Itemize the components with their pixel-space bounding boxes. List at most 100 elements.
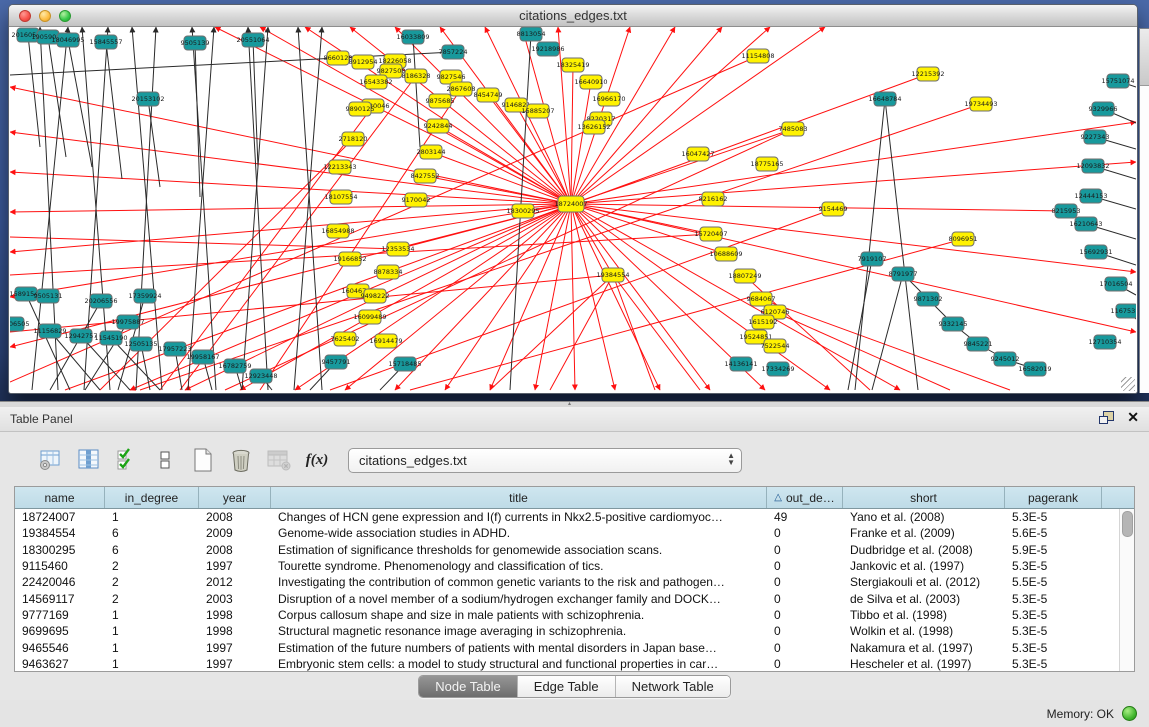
graph-node[interactable]: 8186328 <box>402 69 431 83</box>
table-cell[interactable]: 1 <box>105 510 199 524</box>
graph-node[interactable]: 17334269 <box>761 362 794 376</box>
select-columns-icon[interactable] <box>112 445 142 475</box>
network-window-titlebar[interactable]: citations_edges.txt <box>9 5 1137 27</box>
table-cell[interactable]: 9463627 <box>15 657 105 671</box>
vertical-scrollbar[interactable] <box>1119 509 1134 671</box>
table-cell[interactable]: Embryonic stem cells: a model to study s… <box>271 657 767 671</box>
graph-node[interactable]: 16648784 <box>868 92 901 106</box>
graph-node[interactable]: 9845221 <box>964 337 993 351</box>
function-builder-icon[interactable]: f(x) <box>302 445 332 475</box>
table-cell[interactable]: 9699695 <box>15 624 105 638</box>
table-cell[interactable]: 2008 <box>199 510 271 524</box>
graph-node[interactable]: 8878334 <box>374 265 403 279</box>
table-cell[interactable]: 1 <box>105 641 199 655</box>
row-options-icon[interactable] <box>150 445 180 475</box>
graph-node[interactable]: 15692931 <box>1079 245 1112 259</box>
table-cell[interactable]: 2 <box>105 559 199 573</box>
graph-node[interactable]: 7485083 <box>779 122 808 136</box>
table-cell[interactable]: 2 <box>105 592 199 606</box>
graph-node[interactable]: 12942757 <box>64 329 97 343</box>
table-cell[interactable]: Jankovic et al. (1997) <box>843 559 1005 573</box>
table-cell[interactable]: 5.3E-5 <box>1005 641 1102 655</box>
table-cell[interactable]: Dudbridge et al. (2008) <box>843 543 1005 557</box>
graph-node[interactable]: 2718120 <box>339 132 368 146</box>
graph-node[interactable]: 17016504 <box>1099 277 1132 291</box>
table-cell[interactable]: 2009 <box>199 526 271 540</box>
graph-node[interactable]: 12353534 <box>381 242 414 256</box>
graph-node[interactable]: 12710354 <box>1088 335 1121 349</box>
table-cell[interactable]: 19384554 <box>15 526 105 540</box>
graph-node[interactable]: 11156829 <box>33 324 66 338</box>
table-cell[interactable]: 1997 <box>199 657 271 671</box>
table-cell[interactable]: Changes of HCN gene expression and I(f) … <box>271 510 767 524</box>
table-cell[interactable]: 22420046 <box>15 575 105 589</box>
table-row[interactable]: 1830029562008Estimation of significance … <box>15 542 1120 558</box>
table-cell[interactable]: 1998 <box>199 624 271 638</box>
table-cell[interactable]: 6 <box>105 543 199 557</box>
table-row[interactable]: 1456911722003Disruption of a novel membe… <box>15 590 1120 606</box>
graph-node[interactable]: 15845557 <box>89 35 122 49</box>
table-cell[interactable]: 5.3E-5 <box>1005 608 1102 622</box>
graph-node[interactable]: 8813054 <box>517 27 546 41</box>
table-cell[interactable]: Yano et al. (2008) <box>843 510 1005 524</box>
table-cell[interactable]: 1 <box>105 608 199 622</box>
graph-node[interactable]: 8096951 <box>949 232 978 246</box>
table-cell[interactable]: Corpus callosum shape and size in male p… <box>271 608 767 622</box>
graph-node[interactable]: 16210643 <box>1069 217 1102 231</box>
column-header-name[interactable]: name <box>15 487 105 508</box>
graph-node[interactable]: 7522544 <box>761 339 790 353</box>
graph-node[interactable]: 8454749 <box>474 88 503 102</box>
table-cell[interactable]: 5.5E-5 <box>1005 575 1102 589</box>
graph-node[interactable]: 16914479 <box>369 334 402 348</box>
table-cell[interactable]: Genome-wide association studies in ADHD. <box>271 526 767 540</box>
graph-node[interactable]: 9245012 <box>991 352 1020 366</box>
column-header-title[interactable]: title <box>271 487 767 508</box>
graph-node[interactable]: 12923448 <box>244 369 277 383</box>
table-cell[interactable]: 2008 <box>199 543 271 557</box>
graph-node[interactable]: 12093832 <box>1076 159 1109 173</box>
table-cell[interactable]: 5.9E-5 <box>1005 543 1102 557</box>
table-cell[interactable]: 0 <box>767 624 843 638</box>
column-header-pagerank[interactable]: pagerank <box>1005 487 1102 508</box>
table-cell[interactable]: 2012 <box>199 575 271 589</box>
graph-node[interactable]: 16782759 <box>218 359 251 373</box>
graph-node[interactable]: 9684067 <box>747 292 776 306</box>
table-cell[interactable]: Nakamura et al. (1997) <box>843 641 1005 655</box>
graph-node[interactable]: 11675317 <box>1110 304 1136 318</box>
graph-node[interactable]: 18046995 <box>51 33 84 47</box>
graph-node[interactable]: 16640910 <box>574 75 607 89</box>
table-cell[interactable]: 5.6E-5 <box>1005 526 1102 540</box>
close-panel-icon[interactable]: ✕ <box>1127 410 1139 425</box>
table-cell[interactable]: Disruption of a novel member of a sodium… <box>271 592 767 606</box>
table-cell[interactable]: 9115460 <box>15 559 105 573</box>
graph-node[interactable]: 19384554 <box>596 268 629 282</box>
table-cell[interactable]: 5.3E-5 <box>1005 592 1102 606</box>
graph-node[interactable]: 9242844 <box>424 119 453 133</box>
table-cell[interactable]: 6 <box>105 526 199 540</box>
graph-node[interactable]: 7857224 <box>439 45 468 59</box>
table-cell[interactable]: 2003 <box>199 592 271 606</box>
table-cell[interactable]: 9465546 <box>15 641 105 655</box>
graph-node[interactable]: 16854988 <box>321 224 354 238</box>
table-cell[interactable]: Estimation of significance thresholds fo… <box>271 543 767 557</box>
table-row[interactable]: 946554611997Estimation of the future num… <box>15 639 1120 655</box>
table-cell[interactable]: 9777169 <box>15 608 105 622</box>
table-cell[interactable]: 0 <box>767 608 843 622</box>
graph-node[interactable]: 18807249 <box>728 269 761 283</box>
table-cell[interactable]: 0 <box>767 657 843 671</box>
table-cell[interactable]: Tourette syndrome. Phenomenology and cla… <box>271 559 767 573</box>
column-header-year[interactable]: year <box>199 487 271 508</box>
table-cell[interactable]: 1 <box>105 657 199 671</box>
graph-node[interactable]: 26206505 <box>10 317 30 331</box>
graph-node[interactable]: 16047427 <box>681 147 714 161</box>
graph-node[interactable]: 9890125 <box>346 102 375 116</box>
table-cell[interactable]: Tibbo et al. (1998) <box>843 608 1005 622</box>
network-canvas[interactable]: 2016058319059035180469951584555795051392… <box>10 27 1136 392</box>
graph-node[interactable]: 18107554 <box>324 190 357 204</box>
table-cell[interactable]: 1997 <box>199 641 271 655</box>
tab-network-table[interactable]: Network Table <box>616 676 730 697</box>
table-row[interactable]: 946362711997Embryonic stem cells: a mode… <box>15 656 1120 671</box>
graph-node[interactable]: 20153102 <box>131 92 164 106</box>
tab-edge-table[interactable]: Edge Table <box>518 676 616 697</box>
graph-node[interactable]: 19166852 <box>333 252 366 266</box>
